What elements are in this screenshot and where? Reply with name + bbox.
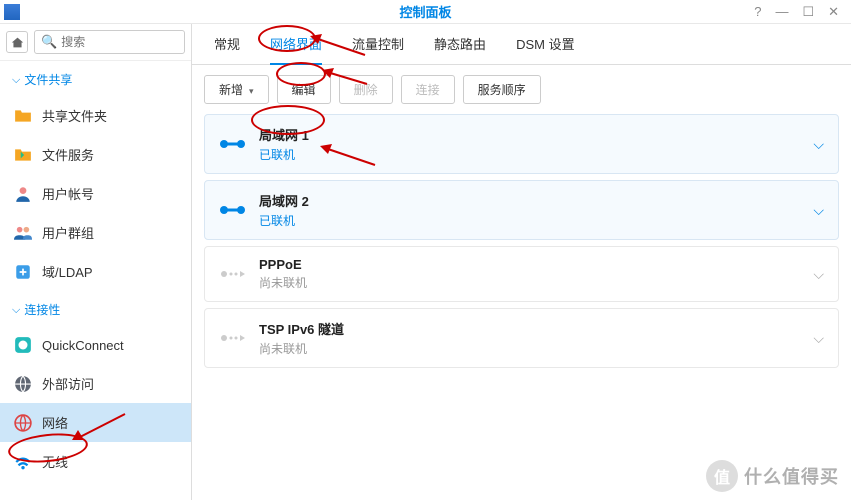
caret-down-icon: [249, 83, 254, 97]
tab-network-interface[interactable]: 网络界面: [270, 34, 322, 65]
quickconnect-icon: [14, 336, 32, 354]
sidebar-item-user-group[interactable]: 用户群组: [0, 213, 191, 252]
tab-traffic-control[interactable]: 流量控制: [352, 34, 404, 64]
close-button[interactable]: ✕: [828, 4, 839, 20]
sidebar-item-shared-folder[interactable]: 共享文件夹: [0, 96, 191, 135]
connection-status: 尚未联机: [259, 274, 813, 291]
sidebar-item-label: 外部访问: [42, 374, 94, 393]
sidebar-item-network[interactable]: 网络: [0, 403, 191, 442]
tab-static-route[interactable]: 静态路由: [434, 34, 486, 64]
sidebar-item-external-access[interactable]: 外部访问: [0, 364, 191, 403]
users-icon: [14, 224, 32, 242]
section-connectivity[interactable]: 连接性: [0, 291, 191, 326]
disconnected-icon: [219, 328, 247, 348]
minimize-button[interactable]: —: [775, 4, 788, 20]
service-order-button[interactable]: 服务顺序: [463, 75, 541, 104]
home-icon: [11, 36, 24, 49]
help-button[interactable]: ?: [754, 4, 761, 20]
sidebar-item-domain-ldap[interactable]: 域/LDAP: [0, 252, 191, 291]
titlebar: 控制面板 ? — ☐ ✕: [0, 0, 851, 24]
search-icon: 🔍: [41, 34, 57, 50]
sidebar-item-quickconnect[interactable]: QuickConnect: [0, 326, 191, 364]
connect-button[interactable]: 连接: [401, 75, 455, 104]
disconnected-icon: [219, 264, 247, 284]
section-label: 文件共享: [24, 71, 72, 88]
ethernet-icon: [219, 134, 247, 154]
chevron-down-icon: ⌵: [813, 266, 824, 283]
wifi-icon: [14, 453, 32, 471]
sidebar-item-label: 用户群组: [42, 223, 94, 242]
sidebar-item-wireless[interactable]: 无线: [0, 442, 191, 481]
chevron-down-icon: ⌵: [813, 136, 824, 153]
chevron-down-icon: ⌵: [813, 202, 824, 219]
network-icon: [14, 414, 32, 432]
sidebar-item-label: 文件服务: [42, 145, 94, 164]
connection-list: 局域网 1 已联机 ⌵ 局域网 2 已联机 ⌵ PPPoE 尚未联机: [192, 114, 851, 374]
sidebar-item-file-services[interactable]: 文件服务: [0, 135, 191, 174]
sidebar: 🔍 文件共享 共享文件夹 文件服务 用户帐号 用户群组 域/LDAP: [0, 24, 192, 500]
search-box[interactable]: 🔍: [34, 30, 185, 54]
sidebar-item-user-account[interactable]: 用户帐号: [0, 174, 191, 213]
sidebar-item-label: 用户帐号: [42, 184, 94, 203]
sidebar-item-label: QuickConnect: [42, 338, 124, 353]
window-title: 控制面板: [399, 2, 451, 21]
sidebar-item-label: 域/LDAP: [42, 262, 93, 281]
user-icon: [14, 185, 32, 203]
connection-title: 局域网 2: [259, 191, 813, 210]
connection-pppoe[interactable]: PPPoE 尚未联机 ⌵: [204, 246, 839, 302]
app-icon: [4, 4, 20, 20]
sidebar-item-label: 共享文件夹: [42, 106, 107, 125]
search-input[interactable]: [61, 35, 178, 49]
sidebar-item-label: 网络: [42, 413, 68, 432]
connection-status: 已联机: [259, 212, 813, 229]
connection-title: TSP IPv6 隧道: [259, 319, 813, 338]
connection-lan2[interactable]: 局域网 2 已联机 ⌵: [204, 180, 839, 240]
connection-lan1[interactable]: 局域网 1 已联机 ⌵: [204, 114, 839, 174]
chevron-down-icon: [12, 302, 20, 317]
connection-title: 局域网 1: [259, 125, 813, 144]
home-button[interactable]: [6, 31, 28, 53]
tab-general[interactable]: 常规: [214, 34, 240, 64]
connection-status: 尚未联机: [259, 340, 813, 357]
ethernet-icon: [219, 200, 247, 220]
edit-button[interactable]: 编辑: [277, 75, 331, 104]
chevron-down-icon: [12, 72, 20, 87]
add-button[interactable]: 新增: [204, 75, 269, 104]
watermark-text: 什么值得买: [744, 463, 839, 489]
connection-status: 已联机: [259, 146, 813, 163]
connection-title: PPPoE: [259, 257, 813, 272]
section-file-share[interactable]: 文件共享: [0, 61, 191, 96]
domain-icon: [14, 263, 32, 281]
maximize-button[interactable]: ☐: [802, 4, 814, 20]
chevron-down-icon: ⌵: [813, 330, 824, 347]
main-panel: 常规 网络界面 流量控制 静态路由 DSM 设置 新增 编辑 删除 连接 服务顺…: [192, 24, 851, 500]
watermark-badge: 值: [706, 460, 738, 492]
toolbar: 新增 编辑 删除 连接 服务顺序: [192, 65, 851, 114]
folder-icon: [14, 107, 32, 125]
tabs: 常规 网络界面 流量控制 静态路由 DSM 设置: [192, 24, 851, 65]
folder-arrow-icon: [14, 146, 32, 164]
connection-tsp-ipv6[interactable]: TSP IPv6 隧道 尚未联机 ⌵: [204, 308, 839, 368]
tab-dsm-settings[interactable]: DSM 设置: [516, 34, 575, 64]
section-label: 连接性: [24, 301, 60, 318]
watermark: 值 什么值得买: [706, 460, 839, 492]
globe-icon: [14, 375, 32, 393]
sidebar-item-label: 无线: [42, 452, 68, 471]
delete-button[interactable]: 删除: [339, 75, 393, 104]
